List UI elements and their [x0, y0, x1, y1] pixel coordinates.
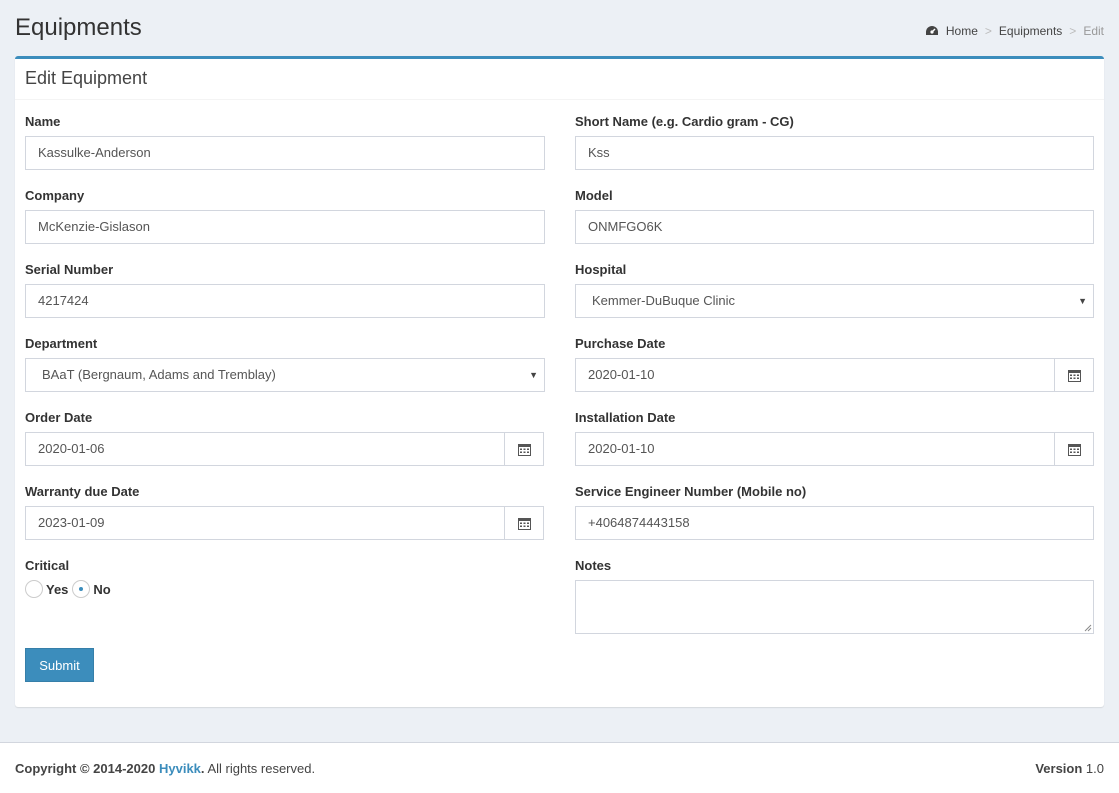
- box-header: Edit Equipment: [15, 59, 1104, 100]
- critical-no-label[interactable]: No: [93, 582, 110, 597]
- installation-date-input[interactable]: 2020-01-10: [575, 432, 1055, 466]
- resize-handle-icon[interactable]: [1084, 624, 1092, 632]
- model-label: Model: [575, 188, 613, 203]
- breadcrumb-home-link[interactable]: Home: [946, 24, 978, 38]
- critical-yes-radio[interactable]: [25, 580, 43, 598]
- caret-down-icon: ▼: [1078, 296, 1087, 306]
- hospital-field: Hospital Kemmer-DuBuque Clinic ▼: [575, 262, 1094, 318]
- serial-number-label: Serial Number: [25, 262, 114, 277]
- department-select[interactable]: BAaT (Bergnaum, Adams and Tremblay) ▼: [25, 358, 545, 392]
- critical-yes-option[interactable]: Yes: [25, 580, 68, 598]
- calendar-button[interactable]: [1055, 358, 1094, 392]
- order-date-field: Order Date 2020-01-06: [25, 410, 544, 466]
- notes-field: Notes: [575, 558, 1094, 634]
- serial-number-input[interactable]: 4217424: [25, 284, 545, 318]
- department-label: Department: [25, 336, 98, 351]
- notes-textarea[interactable]: [575, 580, 1094, 634]
- short-name-label: Short Name (e.g. Cardio gram - CG): [575, 114, 794, 129]
- company-field: Company McKenzie-Gislason: [25, 188, 545, 244]
- breadcrumb: Home > Equipments > Edit: [925, 24, 1104, 38]
- service-engineer-field: Service Engineer Number (Mobile no) +406…: [575, 484, 1094, 540]
- brand-link[interactable]: Hyvikk: [159, 761, 201, 776]
- edit-equipment-box: Edit Equipment Name Kassulke-Anderson Sh…: [15, 56, 1104, 707]
- calendar-button[interactable]: [505, 506, 544, 540]
- copyright-prefix: Copyright © 2014-2020: [15, 760, 156, 776]
- critical-no-radio[interactable]: [72, 580, 91, 598]
- breadcrumb-equipments-link[interactable]: Equipments: [999, 24, 1062, 38]
- version: Version 1.0: [1035, 761, 1104, 776]
- calendar-icon: [517, 443, 531, 456]
- critical-no-option[interactable]: No: [72, 580, 111, 598]
- company-input[interactable]: McKenzie-Gislason: [25, 210, 545, 244]
- order-date-group: 2020-01-06: [25, 432, 544, 466]
- installation-date-label: Installation Date: [575, 410, 676, 425]
- installation-date-group: 2020-01-10: [575, 432, 1094, 466]
- box-title: Edit Equipment: [25, 68, 148, 88]
- purchase-date-label: Purchase Date: [575, 336, 666, 351]
- breadcrumb-separator: >: [1069, 24, 1077, 38]
- calendar-icon: [1067, 443, 1081, 456]
- order-date-input[interactable]: 2020-01-06: [25, 432, 505, 466]
- name-label: Name: [25, 114, 61, 129]
- department-field: Department BAaT (Bergnaum, Adams and Tre…: [25, 336, 545, 392]
- footer: Copyright © 2014-2020 Hyvikk. All rights…: [0, 742, 1119, 793]
- serial-number-field: Serial Number 4217424: [25, 262, 545, 318]
- purchase-date-field: Purchase Date 2020-01-10: [575, 336, 1094, 392]
- version-label: Version: [1035, 760, 1083, 776]
- critical-yes-label[interactable]: Yes: [46, 582, 68, 597]
- short-name-field: Short Name (e.g. Cardio gram - CG) Kss: [575, 114, 1094, 170]
- calendar-button[interactable]: [505, 432, 544, 466]
- warranty-date-field: Warranty due Date 2023-01-09: [25, 484, 544, 540]
- name-field: Name Kassulke-Anderson: [25, 114, 545, 170]
- submit-button[interactable]: Submit: [25, 648, 94, 682]
- hospital-select[interactable]: Kemmer-DuBuque Clinic ▼: [575, 284, 1094, 318]
- caret-down-icon: ▼: [529, 370, 538, 380]
- copyright-suffix: All rights reserved.: [207, 760, 316, 776]
- version-number: 1.0: [1085, 760, 1104, 776]
- order-date-label: Order Date: [25, 410, 93, 425]
- content-header: Equipments Home > Equipments > Edit: [0, 0, 1119, 56]
- installation-date-field: Installation Date 2020-01-10: [575, 410, 1094, 466]
- hospital-select-value: Kemmer-DuBuque Clinic: [592, 293, 736, 308]
- notes-label: Notes: [575, 558, 612, 573]
- critical-radio-group: Yes No: [25, 580, 545, 598]
- company-label: Company: [25, 188, 85, 203]
- warranty-date-label: Warranty due Date: [25, 484, 140, 499]
- model-input[interactable]: ONMFGO6K: [575, 210, 1094, 244]
- hospital-label: Hospital: [575, 262, 627, 277]
- breadcrumb-separator: >: [984, 24, 992, 38]
- critical-label: Critical: [25, 558, 70, 573]
- purchase-date-group: 2020-01-10: [575, 358, 1094, 392]
- breadcrumb-current: Edit: [1083, 24, 1104, 38]
- page-title: Equipments: [15, 14, 142, 41]
- service-engineer-input[interactable]: +4064874443158: [575, 506, 1094, 540]
- model-field: Model ONMFGO6K: [575, 188, 1094, 244]
- copyright: Copyright © 2014-2020 Hyvikk. All rights…: [15, 761, 315, 776]
- purchase-date-input[interactable]: 2020-01-10: [575, 358, 1055, 392]
- short-name-input[interactable]: Kss: [575, 136, 1094, 170]
- dashboard-icon: [925, 26, 938, 35]
- warranty-date-group: 2023-01-09: [25, 506, 544, 540]
- warranty-date-input[interactable]: 2023-01-09: [25, 506, 505, 540]
- calendar-icon: [517, 517, 531, 530]
- name-input[interactable]: Kassulke-Anderson: [25, 136, 545, 170]
- calendar-button[interactable]: [1055, 432, 1094, 466]
- department-select-value: BAaT (Bergnaum, Adams and Tremblay): [42, 367, 276, 382]
- copyright-dot: .: [200, 760, 205, 776]
- service-engineer-label: Service Engineer Number (Mobile no): [575, 484, 807, 499]
- critical-field: Critical Yes No: [25, 558, 545, 598]
- calendar-icon: [1067, 369, 1081, 382]
